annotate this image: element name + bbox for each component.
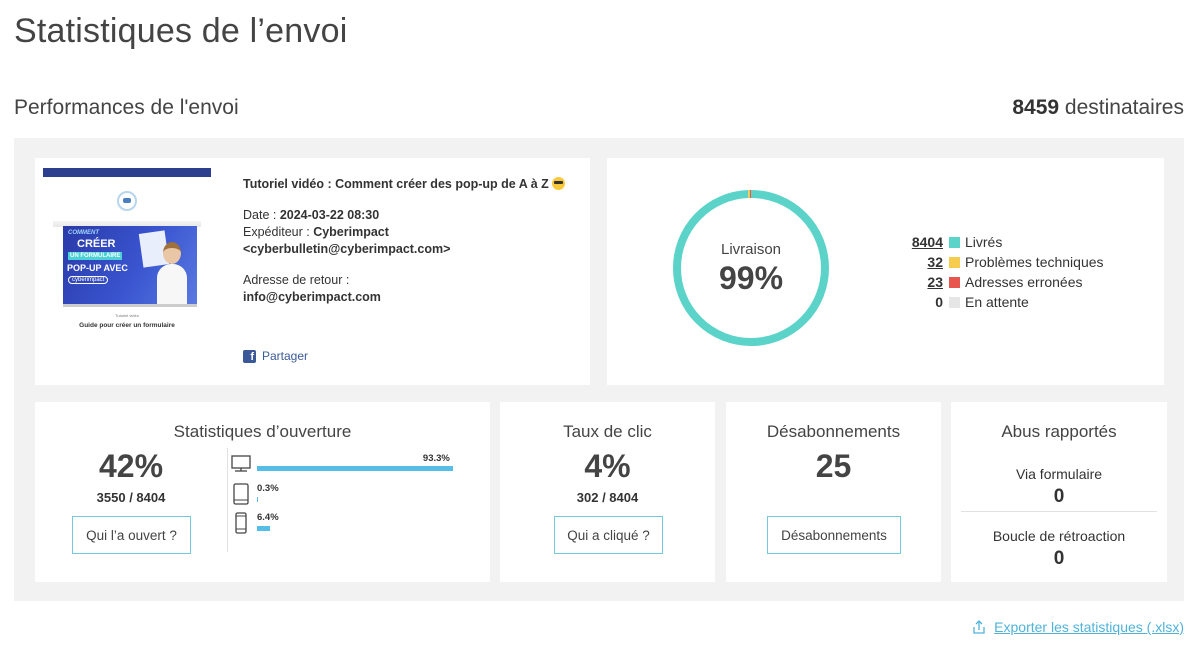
unsubscribes-count: 25 xyxy=(815,448,852,484)
share-link[interactable]: f Partager xyxy=(243,349,308,363)
email-thumbnail[interactable]: COMMENT CRÉER UN FORMULAIRE POP-UP AVEC … xyxy=(43,168,211,336)
email-card: COMMENT CRÉER UN FORMULAIRE POP-UP AVEC … xyxy=(35,158,590,385)
legend-row-invalid: 23 Adresses erronées xyxy=(907,272,1104,292)
who-opened-button[interactable]: Qui l’a ouvert ? xyxy=(72,516,191,554)
export-label: Exporter les statistiques (.xlsx) xyxy=(994,619,1184,635)
delivery-center: Livraison 99% xyxy=(671,188,831,348)
thumbnail-caption: Guide pour créer un formulaire xyxy=(79,322,175,329)
thumbnail-logo-icon xyxy=(117,191,137,211)
recipients-number: 8459 xyxy=(1012,96,1060,119)
mobile-bar xyxy=(257,526,271,531)
date-value: 2024-03-22 08:30 xyxy=(279,208,380,222)
facebook-icon: f xyxy=(243,349,256,363)
delivered-swatch xyxy=(949,236,960,248)
delivered-label: Livrés xyxy=(965,234,1003,250)
tablet-icon xyxy=(233,483,249,505)
opens-card: Statistiques d’ouverture 42% 3550 / 8404… xyxy=(35,402,490,582)
device-row-mobile: 6.4% xyxy=(231,512,471,536)
export-stats-link[interactable]: Exporter les statistiques (.xlsx) xyxy=(972,619,1184,635)
sender-label: Expéditeur : xyxy=(243,225,314,239)
return-email: info@cyberimpact.com xyxy=(243,290,381,304)
thumbnail-progress-bar xyxy=(63,304,197,307)
technical-label: Problèmes techniques xyxy=(965,254,1104,270)
mobile-icon xyxy=(235,512,247,534)
opens-percent: 42% xyxy=(98,448,164,484)
delivery-legend: 8404 Livrés 32 Problèmes techniques 23 A… xyxy=(907,232,1104,312)
unsubscribes-title: Désabonnements xyxy=(766,422,901,441)
clicks-title: Taux de clic xyxy=(563,422,652,441)
opens-divider xyxy=(227,448,228,552)
opens-summary: 42% 3550 / 8404 Qui l’a ouvert ? xyxy=(35,402,227,582)
clicks-card: Taux de clic 4% 302 / 8404 Qui a cliqué … xyxy=(500,402,715,582)
email-subject: Tutoriel vidéo : Comment créer des pop-u… xyxy=(243,176,583,193)
desktop-percent: 93.3% xyxy=(422,453,450,464)
thumbnail-person-image xyxy=(155,242,189,306)
pending-label: En attente xyxy=(965,294,1029,310)
thumbnail-header-bar xyxy=(43,168,211,177)
legend-row-delivered: 8404 Livrés xyxy=(907,232,1104,252)
tablet-percent: 0.3% xyxy=(257,483,279,494)
abuse-feedback-value: 0 xyxy=(1053,548,1065,569)
date-label: Date : xyxy=(243,208,280,222)
opens-ratio: 3550 / 8404 xyxy=(96,490,166,505)
abuse-feedback-label: Boucle de rétroaction xyxy=(992,528,1126,544)
thumbnail-caption-small: Tutoriel vidéo xyxy=(115,313,139,318)
abuse-title: Abus rapportés xyxy=(1001,422,1117,441)
invalid-count-link[interactable]: 23 xyxy=(907,274,943,290)
page-title: Statistiques de l’envoi xyxy=(14,12,348,50)
delivery-percent: 99% xyxy=(718,260,784,296)
abuse-divider xyxy=(961,511,1157,512)
sender-email: <cyberbulletin@cyberimpact.com> xyxy=(243,242,451,256)
abuse-form-label: Via formulaire xyxy=(1015,466,1103,482)
pending-swatch xyxy=(949,296,960,308)
legend-row-pending: 0 En attente xyxy=(907,292,1104,312)
section-title: Performances de l'envoi xyxy=(14,96,239,119)
desktop-icon xyxy=(231,455,251,472)
invalid-swatch xyxy=(949,276,960,288)
technical-count-link[interactable]: 32 xyxy=(907,254,943,270)
share-label: Partager xyxy=(262,349,309,363)
technical-swatch xyxy=(949,256,960,268)
recipients-count: 8459 destinataires xyxy=(1012,96,1184,120)
thumbnail-headline-main: CRÉER xyxy=(77,238,116,250)
who-clicked-button[interactable]: Qui a cliqué ? xyxy=(554,516,663,554)
email-meta: Date : 2024-03-22 08:30 Expéditeur : Cyb… xyxy=(243,207,583,258)
thumbnail-headline-top: COMMENT xyxy=(68,230,99,236)
delivered-count-link[interactable]: 8404 xyxy=(907,234,943,250)
unsubscribes-button[interactable]: Désabonnements xyxy=(767,516,901,554)
thumbnail-headline-sub: UN FORMULAIRE xyxy=(68,252,123,260)
pending-count: 0 xyxy=(935,294,943,310)
unsubscribes-card: Désabonnements 25 Désabonnements xyxy=(726,402,941,582)
return-address: Adresse de retour : info@cyberimpact.com xyxy=(243,272,583,306)
desktop-bar xyxy=(257,466,453,471)
invalid-label: Adresses erronées xyxy=(965,274,1083,290)
sender-name: Cyberimpact xyxy=(313,225,389,239)
thumbnail-brand: cyberimpact xyxy=(68,276,109,284)
delivery-label: Livraison xyxy=(720,241,782,258)
export-icon xyxy=(973,620,985,634)
abuse-form-value: 0 xyxy=(1053,486,1065,507)
abuse-card: Abus rapportés Via formulaire 0 Boucle d… xyxy=(951,402,1167,582)
sunglasses-emoji-icon xyxy=(552,177,566,190)
return-label: Adresse de retour : xyxy=(243,273,350,287)
delivery-card: Livraison 99% 8404 Livrés 32 Problèmes t… xyxy=(607,158,1164,385)
device-row-desktop: 93.3% xyxy=(231,453,471,479)
mobile-percent: 6.4% xyxy=(257,512,279,523)
email-info: Tutoriel vidéo : Comment créer des pop-u… xyxy=(243,176,583,320)
recipients-label: destinataires xyxy=(1064,96,1184,119)
thumbnail-headline-popup: POP-UP AVEC xyxy=(67,263,128,273)
tablet-bar xyxy=(257,497,258,502)
clicks-percent: 4% xyxy=(584,448,631,484)
device-row-tablet: 0.3% xyxy=(231,483,471,507)
legend-row-technical: 32 Problèmes techniques xyxy=(907,252,1104,272)
thumbnail-video: COMMENT CRÉER UN FORMULAIRE POP-UP AVEC … xyxy=(63,226,197,306)
clicks-ratio: 302 / 8404 xyxy=(576,490,639,505)
stats-panel: COMMENT CRÉER UN FORMULAIRE POP-UP AVEC … xyxy=(14,138,1184,601)
